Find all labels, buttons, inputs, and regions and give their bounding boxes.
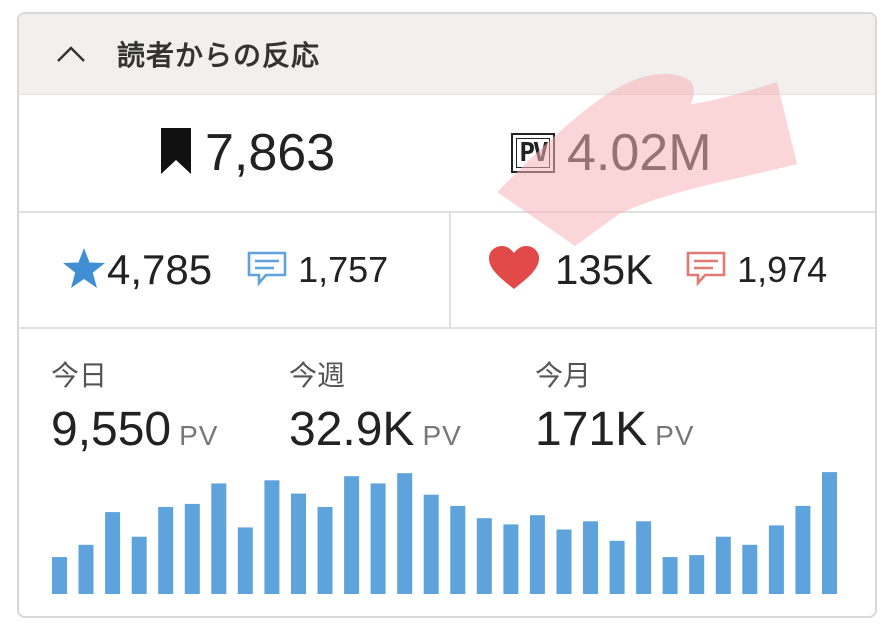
chart-bar[interactable] [397,473,413,594]
chart-bar[interactable] [237,527,253,594]
chart-bar[interactable] [715,536,731,594]
chart-bar[interactable] [503,524,519,594]
chart-bar[interactable] [264,480,280,594]
chart-bar[interactable] [689,555,705,594]
chart-bar[interactable] [423,494,439,594]
chart-bar[interactable] [742,544,758,594]
chart-bar[interactable] [158,507,174,594]
chart-bar[interactable] [105,512,121,594]
chart-bar[interactable] [344,476,360,594]
chart-bar[interactable] [131,536,147,594]
chart-bar[interactable] [370,483,386,594]
chart-bar[interactable] [476,518,492,594]
chart-bar[interactable] [636,521,652,594]
chart-bar[interactable] [583,521,598,594]
chart-bar[interactable] [211,483,227,594]
chart-bar[interactable] [78,544,94,594]
chart-bar[interactable] [52,557,67,594]
chart-bar[interactable] [317,507,333,594]
chart-bar[interactable] [822,472,837,594]
chart-bar[interactable] [795,505,811,594]
chart-bar[interactable] [768,525,784,594]
pageview-bar-chart [52,472,837,595]
chart-bar[interactable] [291,493,306,594]
chart-bar[interactable] [662,557,678,594]
chart-bar[interactable] [556,529,572,595]
chart-bar[interactable] [450,505,466,594]
reader-reactions-card: 読者からの反応 7,863 PV 4.02M 4,785 1,757 135K … [17,12,877,618]
chart-bar[interactable] [529,515,545,594]
chart-bar[interactable] [184,503,200,594]
chart-bar[interactable] [609,540,625,594]
